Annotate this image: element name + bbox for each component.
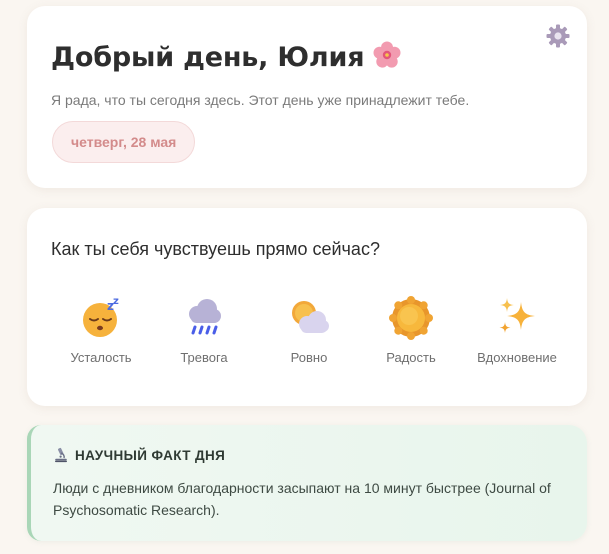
gear-icon[interactable]: [545, 23, 571, 49]
mood-option-anxiety[interactable]: Тревога: [154, 292, 254, 372]
fact-heading-text: НАУЧНЫЙ ФАКТ ДНЯ: [75, 448, 226, 463]
mood-label-even: Ровно: [290, 350, 328, 365]
rain-cloud-icon: [189, 299, 221, 335]
sun-icon: [389, 296, 433, 340]
mood-option-joy[interactable]: Радость: [361, 292, 461, 372]
mood-label-inspiration: Вдохновение: [477, 350, 557, 365]
greeting-card: Добрый день, Юлия Я рада, что ты сегодня…: [27, 6, 587, 188]
mood-option-inspiration[interactable]: Вдохновение: [467, 292, 567, 372]
mood-label-anxiety: Тревога: [180, 350, 228, 365]
date-badge: четверг, 28 мая: [52, 121, 196, 163]
mood-label-joy: Радость: [386, 350, 436, 365]
fact-text: Люди с дневником благодарности засыпают …: [53, 480, 551, 518]
mood-options: z z Усталость Тревога Ровно Радость Вдох…: [47, 292, 577, 372]
greeting-text: Добрый день, Юлия: [51, 42, 365, 73]
cherry-blossom-icon: [373, 41, 401, 68]
sun-behind-cloud-icon: [292, 301, 329, 333]
mood-question: Как ты себя чувствуешь прямо сейчас?: [51, 239, 380, 259]
fact-heading: НАУЧНЫЙ ФАКТ ДНЯ: [53, 447, 225, 463]
microscope-icon: [55, 447, 67, 463]
mood-option-even[interactable]: Ровно: [259, 292, 359, 372]
page-title: Добрый день, Юлия: [51, 40, 402, 73]
greeting-subtitle: Я рада, что ты сегодня здесь. Этот день …: [51, 92, 470, 108]
sparkles-icon: [499, 298, 535, 333]
sleepy-face-icon: z z: [83, 296, 119, 337]
mood-option-tired[interactable]: z z Усталость: [51, 292, 151, 372]
mood-card: Как ты себя чувствуешь прямо сейчас? z z…: [27, 208, 587, 406]
mood-label-tired: Усталость: [70, 350, 132, 365]
fact-card: НАУЧНЫЙ ФАКТ ДНЯ Люди с дневником благод…: [27, 425, 587, 541]
svg-text:z: z: [113, 296, 119, 307]
